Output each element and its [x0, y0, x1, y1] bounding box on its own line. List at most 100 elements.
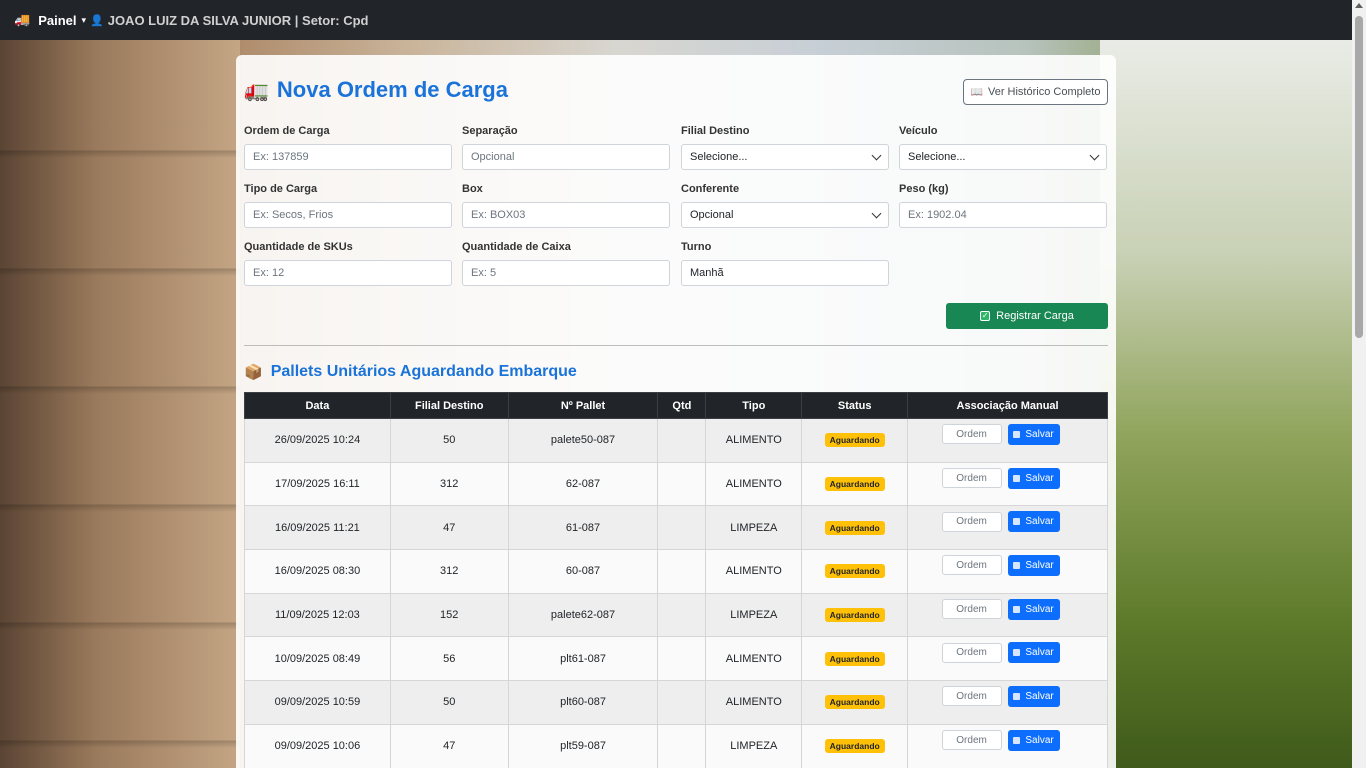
tipo-label: Tipo de Carga: [244, 183, 318, 195]
order-input[interactable]: Ordem: [941, 642, 1002, 663]
col-status: Status: [801, 392, 909, 419]
save-button[interactable]: Salvar: [1007, 423, 1060, 445]
peso-field: Peso (kg) Ex: 1902.04: [899, 183, 1107, 228]
register-cargo-button[interactable]: ✓ Registrar Carga: [946, 303, 1108, 329]
cell-qtd: [657, 680, 707, 725]
conferente-select[interactable]: Opcional: [681, 202, 889, 228]
order-input[interactable]: Ordem: [941, 599, 1002, 620]
table-header-row: Data Filial Destino Nº Pallet Qtd Tipo S…: [244, 392, 1108, 419]
table-row: 26/09/2025 10:24 50 palete50-087 ALIMENTO Ag…: [244, 418, 1108, 463]
cell-status: Aguardando: [801, 723, 909, 768]
order-input[interactable]: Ordem: [941, 468, 1002, 489]
veiculo-select[interactable]: Selecione...: [899, 144, 1107, 170]
package-icon: 📦: [244, 364, 263, 381]
caixa-input[interactable]: Ex: 5: [462, 260, 670, 286]
card-header: 🚛 Nova Ordem de Carga: [244, 77, 508, 103]
col-tipo: Tipo: [705, 392, 803, 419]
manual-association: Ordem Salvar: [894, 467, 1107, 489]
save-icon: [1013, 605, 1021, 613]
cell-filial: 312: [389, 549, 509, 594]
cargo-order-card: 🚛 Nova Ordem de Carga 📖 Ver Histórico Co…: [236, 55, 1116, 768]
table-row: 16/09/2025 11:21 47 61-087 LIMPEZA Aguardand…: [244, 505, 1108, 551]
filial-select-value: Selecione...: [690, 151, 748, 163]
pallets-table: Data Filial Destino Nº Pallet Qtd Tipo S…: [244, 392, 1108, 768]
manual-association: Ordem Salvar: [894, 729, 1107, 751]
cell-data: 16/09/2025 11:21: [244, 505, 391, 551]
book-icon: 📖: [970, 86, 983, 98]
order-input[interactable]: Ordem: [941, 424, 1002, 445]
status-badge: Aguardando: [824, 695, 885, 710]
top-navbar: 🚚 Painel ▾ 👤 JOAO LUIZ DA SILVA JUNIOR |…: [0, 0, 1366, 40]
history-button[interactable]: 📖 Ver Histórico Completo: [963, 79, 1108, 105]
cell-status: Aguardando: [801, 418, 909, 463]
cell-qtd: [657, 592, 707, 638]
cell-pallet: plt59-087: [507, 723, 659, 768]
order-input[interactable]: Ordem: [941, 686, 1002, 707]
table-row: 09/09/2025 10:59 50 plt60-087 ALIMENTO Aguar…: [244, 680, 1108, 725]
save-button[interactable]: Salvar: [1007, 554, 1060, 576]
cell-status: Aguardando: [801, 680, 909, 725]
ordem-input[interactable]: Ex: 137859: [244, 144, 452, 170]
pallets-title: Pallets Unitários Aguardando Embarque: [270, 363, 577, 380]
save-button[interactable]: Salvar: [1007, 642, 1060, 664]
cell-pallet: plt61-087: [507, 636, 659, 682]
scroll-up-icon[interactable]: [1355, 3, 1363, 8]
manual-association: Ordem Salvar: [894, 511, 1107, 533]
peso-input[interactable]: Ex: 1902.04: [899, 202, 1107, 228]
save-button[interactable]: Salvar: [1007, 729, 1060, 751]
save-button[interactable]: Salvar: [1007, 467, 1060, 489]
order-input[interactable]: Ordem: [941, 511, 1002, 532]
save-button-label: Salvar: [1025, 603, 1054, 615]
manual-association: Ordem Salvar: [894, 423, 1107, 445]
cell-tipo: ALIMENTO: [705, 549, 803, 594]
skus-label: Quantidade de SKUs: [244, 241, 353, 253]
cell-filial: 47: [389, 723, 509, 768]
cell-filial: 56: [389, 636, 509, 682]
cell-associacao: Ordem Salvar: [907, 636, 1108, 682]
save-button[interactable]: Salvar: [1007, 685, 1060, 707]
veiculo-select-value: Selecione...: [908, 151, 966, 163]
order-input[interactable]: Ordem: [941, 730, 1002, 751]
scrollbar-thumb[interactable]: [1355, 16, 1363, 338]
ordem-label: Ordem de Carga: [244, 125, 330, 137]
status-badge: Aguardando: [824, 564, 885, 579]
tipo-input[interactable]: Ex: Secos, Frios: [244, 202, 452, 228]
separacao-field: Separação Opcional: [462, 125, 670, 170]
page-scrollbar[interactable]: [1352, 0, 1366, 768]
save-icon: [1013, 561, 1021, 569]
status-badge: Aguardando: [824, 520, 885, 535]
save-icon: [1013, 430, 1021, 438]
save-button[interactable]: Salvar: [1007, 511, 1060, 533]
filial-field: Filial Destino Selecione...: [681, 125, 889, 170]
cell-associacao: Ordem Salvar: [907, 505, 1108, 551]
table-row: 16/09/2025 08:30 312 60-087 ALIMENTO Aguarda…: [244, 549, 1108, 594]
cell-filial: 152: [389, 592, 509, 638]
cell-tipo: ALIMENTO: [705, 461, 803, 507]
skus-field: Quantidade de SKUs Ex: 12: [244, 241, 452, 286]
turno-input[interactable]: Manhã: [681, 260, 889, 286]
manual-association: Ordem Salvar: [894, 598, 1107, 620]
save-icon: [1013, 518, 1021, 526]
navbar-brand[interactable]: Painel: [38, 13, 76, 28]
save-icon: [1013, 474, 1021, 482]
col-data: Data: [244, 392, 391, 419]
box-input[interactable]: Ex: BOX03: [462, 202, 670, 228]
chevron-down-icon[interactable]: ▾: [81, 15, 86, 26]
filial-select[interactable]: Selecione...: [681, 144, 889, 170]
caixa-label: Quantidade de Caixa: [462, 241, 571, 253]
cell-filial: 47: [389, 505, 509, 551]
skus-input[interactable]: Ex: 12: [244, 260, 452, 286]
cell-data: 09/09/2025 10:59: [244, 680, 391, 725]
conferente-select-value: Opcional: [690, 209, 734, 221]
peso-label: Peso (kg): [899, 183, 949, 195]
check-icon: ✓: [980, 311, 991, 321]
col-associacao: Associação Manual: [907, 392, 1108, 419]
save-icon: [1013, 736, 1021, 744]
separacao-input[interactable]: Opcional: [462, 144, 670, 170]
save-button[interactable]: Salvar: [1007, 598, 1060, 620]
save-button-label: Salvar: [1025, 647, 1054, 659]
order-input[interactable]: Ordem: [941, 555, 1002, 576]
veiculo-label: Veículo: [899, 125, 938, 137]
chevron-down-icon: [871, 150, 882, 160]
cell-tipo: ALIMENTO: [705, 680, 803, 725]
